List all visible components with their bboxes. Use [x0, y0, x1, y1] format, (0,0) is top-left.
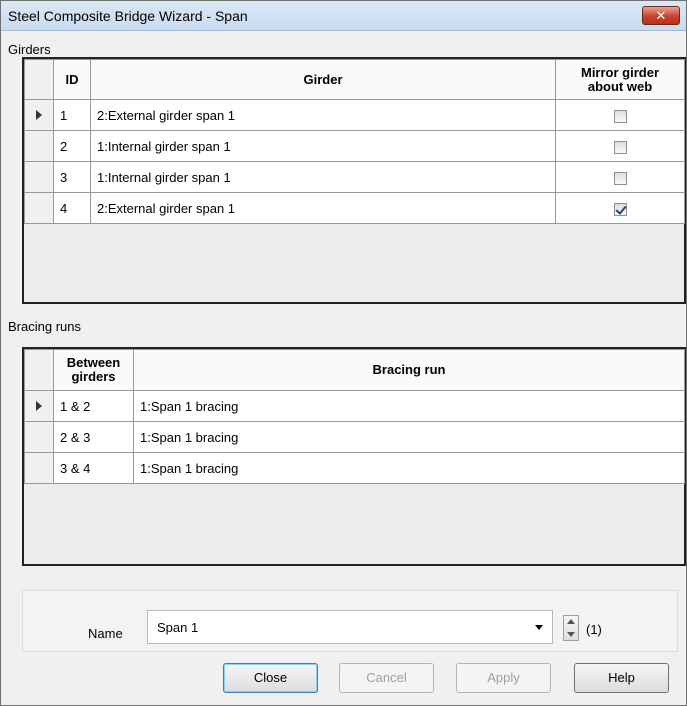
- mirror-checkbox[interactable]: [613, 109, 627, 123]
- girder-name-cell[interactable]: 1:Internal girder span 1: [90, 161, 556, 193]
- girder-row[interactable]: 3 1:Internal girder span 1: [24, 161, 685, 193]
- girder-id-cell[interactable]: 3: [53, 161, 91, 193]
- bracing-grid[interactable]: Between girders Bracing run 1 & 2 1:Span …: [22, 347, 686, 566]
- girder-id-cell[interactable]: 2: [53, 130, 91, 162]
- girders-label: Girders: [8, 42, 51, 57]
- bracing-row[interactable]: 1 & 2 1:Span 1 bracing: [24, 390, 685, 422]
- name-spinner[interactable]: [563, 615, 579, 641]
- spin-down-icon[interactable]: [567, 632, 575, 637]
- row-header-corner: [24, 59, 54, 100]
- close-button[interactable]: Close: [223, 663, 318, 693]
- apply-button[interactable]: Apply: [456, 663, 551, 693]
- girder-id-cell[interactable]: 1: [53, 99, 91, 131]
- mirror-checkbox[interactable]: [613, 171, 627, 185]
- girder-name-cell[interactable]: 2:External girder span 1: [90, 99, 556, 131]
- column-header-bracing-run[interactable]: Bracing run: [133, 349, 685, 391]
- between-girders-cell[interactable]: 2 & 3: [53, 421, 134, 453]
- girder-id-cell[interactable]: 4: [53, 192, 91, 224]
- chevron-down-icon[interactable]: [535, 625, 543, 630]
- row-selector[interactable]: [24, 192, 54, 224]
- row-selector[interactable]: [24, 452, 54, 484]
- mirror-cell[interactable]: [555, 130, 685, 162]
- column-header-id[interactable]: ID: [53, 59, 91, 100]
- row-selector[interactable]: [24, 390, 54, 422]
- name-label: Name: [88, 626, 123, 641]
- window-title: Steel Composite Bridge Wizard - Span: [8, 8, 248, 24]
- bracing-run-cell[interactable]: 1:Span 1 bracing: [133, 452, 685, 484]
- column-header-girder[interactable]: Girder: [90, 59, 556, 100]
- mirror-cell[interactable]: [555, 161, 685, 193]
- row-selector[interactable]: [24, 161, 54, 193]
- row-selector[interactable]: [24, 421, 54, 453]
- bracing-runs-label: Bracing runs: [8, 319, 81, 334]
- row-selector[interactable]: [24, 130, 54, 162]
- name-value: Span 1: [157, 620, 199, 635]
- current-row-arrow-icon: [36, 109, 42, 120]
- close-icon: ✕: [655, 8, 667, 23]
- column-header-mirror[interactable]: Mirror girder about web: [555, 59, 685, 100]
- cancel-button[interactable]: Cancel: [339, 663, 434, 693]
- row-header-corner: [24, 349, 54, 391]
- bracing-run-cell[interactable]: 1:Span 1 bracing: [133, 421, 685, 453]
- mirror-cell[interactable]: [555, 192, 685, 224]
- girder-row[interactable]: 1 2:External girder span 1: [24, 99, 685, 131]
- spin-up-icon[interactable]: [567, 619, 575, 624]
- girder-name-cell[interactable]: 2:External girder span 1: [90, 192, 556, 224]
- mirror-checkbox[interactable]: [613, 140, 627, 154]
- girder-row[interactable]: 2 1:Internal girder span 1: [24, 130, 685, 162]
- column-header-between[interactable]: Between girders: [53, 349, 134, 391]
- row-selector[interactable]: [24, 99, 54, 131]
- bracing-row[interactable]: 2 & 3 1:Span 1 bracing: [24, 421, 685, 453]
- name-combobox[interactable]: Span 1: [147, 610, 553, 644]
- girder-name-cell[interactable]: 1:Internal girder span 1: [90, 130, 556, 162]
- mirror-checkbox[interactable]: [613, 202, 627, 216]
- title-bar: Steel Composite Bridge Wizard - Span ✕: [1, 1, 686, 31]
- current-row-arrow-icon: [36, 400, 42, 411]
- close-window-button[interactable]: ✕: [642, 6, 680, 25]
- girders-grid[interactable]: ID Girder Mirror girder about web 1 2:Ext…: [22, 57, 686, 304]
- name-count: (1): [586, 622, 602, 637]
- bracing-run-cell[interactable]: 1:Span 1 bracing: [133, 390, 685, 422]
- help-button[interactable]: Help: [574, 663, 669, 693]
- mirror-cell[interactable]: [555, 99, 685, 131]
- between-girders-cell[interactable]: 1 & 2: [53, 390, 134, 422]
- girder-row[interactable]: 4 2:External girder span 1: [24, 192, 685, 224]
- dialog-window: Steel Composite Bridge Wizard - Span ✕ G…: [0, 0, 687, 706]
- bracing-row[interactable]: 3 & 4 1:Span 1 bracing: [24, 452, 685, 484]
- between-girders-cell[interactable]: 3 & 4: [53, 452, 134, 484]
